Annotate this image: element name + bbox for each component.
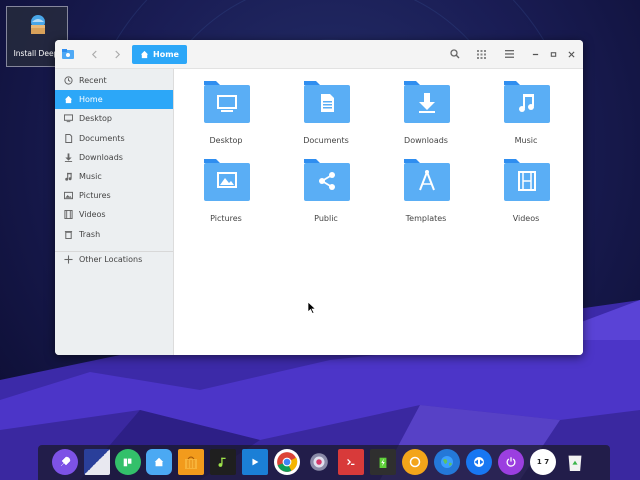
clock-icon [63,76,73,86]
breadcrumb-label: Home [153,50,179,59]
sidebar-item-label: Trash [79,230,101,239]
folder-videos[interactable]: Videos [486,157,566,227]
trash-icon [63,230,73,240]
sidebar-item-label: Recent [79,76,107,85]
plus-icon [63,255,73,265]
sidebar-item-recent[interactable]: Recent [55,71,173,90]
terminal-icon[interactable] [338,449,364,475]
maximize-icon [550,51,556,57]
sidebar: Recent Home Desktop Documents Downloads … [55,69,174,355]
forward-button[interactable] [108,45,126,63]
settings-gear-icon[interactable] [306,449,332,475]
sidebar-item-music[interactable]: Music [55,167,173,186]
search-button[interactable] [446,45,464,63]
chevron-left-icon [91,50,97,58]
multitask-view-icon[interactable] [84,449,110,475]
header-bar: Home [55,40,583,69]
launcher-rocket-icon[interactable] [52,449,78,475]
folder-label: Templates [405,214,447,223]
clock-widget[interactable]: 1 7 [530,449,556,475]
folder-label: Public [314,214,338,223]
folder-templates[interactable]: Templates [386,157,466,227]
close-button[interactable] [563,45,579,63]
back-button[interactable] [85,45,103,63]
video-player-icon[interactable] [242,449,268,475]
grid-icon [476,49,486,59]
home-icon [140,50,149,59]
folder-pictures[interactable]: Pictures [186,157,266,227]
folder-music[interactable]: Music [486,79,566,149]
sidebar-item-label: Music [79,172,102,181]
sidebar-item-label: Pictures [79,191,111,200]
chrome-browser-icon[interactable] [274,449,300,475]
screen-recorder-icon[interactable] [402,449,428,475]
music-player-icon[interactable] [210,449,236,475]
document-icon [63,134,73,144]
folder-grid: Desktop Documents Downloads Music Pictur… [174,69,583,355]
sidebar-item-label: Documents [79,134,125,143]
folder-desktop[interactable]: Desktop [186,79,266,149]
dock: 1 7 [38,445,610,480]
folder-label: Desktop [209,136,243,145]
sidebar-item-label: Home [79,95,103,104]
folder-label: Documents [303,136,349,145]
sidebar-item-desktop[interactable]: Desktop [55,109,173,128]
globe-browser-icon[interactable] [434,449,460,475]
sidebar-item-videos[interactable]: Videos [55,205,173,224]
clock-text: 1 7 [536,458,550,466]
file-manager-app-icon [61,45,75,63]
search-icon [450,49,460,59]
folder-downloads[interactable]: Downloads [386,79,466,149]
sidebar-item-home[interactable]: Home [55,90,173,109]
home-icon [63,95,73,105]
folder-public[interactable]: Public [286,157,366,227]
folder-label: Music [514,136,538,145]
folder-label: Downloads [404,136,448,145]
mouse-cursor-icon [308,302,316,314]
sidebar-item-label: Other Locations [79,255,143,264]
sidebar-item-trash[interactable]: Trash [55,225,173,244]
picture-icon [63,191,73,201]
close-icon [567,50,575,58]
sidebar-item-downloads[interactable]: Downloads [55,148,173,167]
sidebar-item-label: Desktop [79,114,112,123]
teamviewer-icon[interactable] [466,449,492,475]
music-icon [63,172,73,182]
sidebar-item-documents[interactable]: Documents [55,129,173,148]
sidebar-item-label: Downloads [79,153,123,162]
minimize-icon [532,53,538,55]
folder-documents[interactable]: Documents [286,79,366,149]
sidebar-item-label: Videos [79,210,106,219]
shopping-bag-icon[interactable] [178,449,204,475]
minimize-button[interactable] [527,45,543,63]
download-icon [63,153,73,163]
menu-button[interactable] [500,45,518,63]
trash-bin-icon[interactable] [562,449,588,475]
app-store-icon[interactable] [115,449,141,475]
folder-label: Videos [512,214,540,223]
maximize-button[interactable] [545,45,561,63]
file-manager-window: Home Recent Home Desktop Documents Downl… [55,40,583,355]
view-grid-button[interactable] [472,45,490,63]
hamburger-icon [504,50,514,58]
document-icon [321,94,334,112]
breadcrumb-home-button[interactable]: Home [132,45,187,64]
package-icon [31,15,45,34]
power-icon[interactable] [498,449,524,475]
video-icon [63,210,73,220]
folder-label: Pictures [210,214,242,223]
file-manager-icon[interactable] [146,449,172,475]
chevron-right-icon [114,50,120,58]
sidebar-item-other-locations[interactable]: Other Locations [55,250,173,269]
battery-icon[interactable] [370,449,396,475]
sidebar-item-pictures[interactable]: Pictures [55,186,173,205]
desktop-icon [63,114,73,124]
